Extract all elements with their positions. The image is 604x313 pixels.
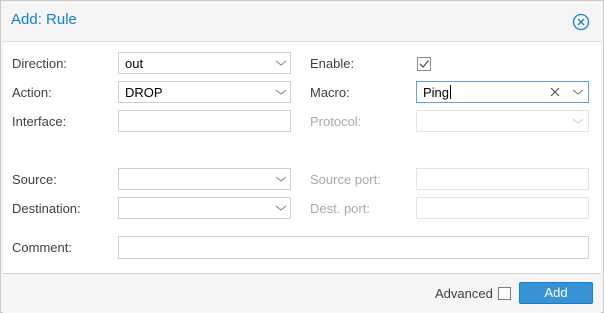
chevron-down-icon[interactable] [271,198,291,218]
chevron-down-icon[interactable] [271,169,291,189]
action-label: Action: [12,85,52,100]
interface-input[interactable] [118,110,291,132]
destination-select[interactable] [118,197,291,219]
dialog-body: Direction: out Action: DROP Interface: S… [3,41,601,273]
source-port-label: Source port: [310,172,381,187]
action-select[interactable]: DROP [118,81,291,103]
advanced-label: Advanced [435,286,493,301]
direction-label: Direction: [12,56,67,71]
add-button[interactable]: Add [519,282,593,304]
chevron-down-icon[interactable] [271,53,291,73]
comment-label: Comment: [12,240,72,255]
enable-label: Enable: [310,56,355,71]
macro-value: Ping [423,85,452,100]
enable-checkbox[interactable] [417,57,431,71]
close-icon[interactable] [572,13,590,31]
clear-icon[interactable] [545,82,565,102]
macro-label: Macro: [310,85,350,100]
protocol-label: Protocol: [310,114,362,129]
action-value: DROP [125,85,163,100]
text-cursor [450,85,452,99]
direction-select[interactable]: out [118,52,291,74]
source-label: Source: [12,172,57,187]
direction-value: out [125,56,144,71]
dialog-titlebar: Add: Rule [1,1,603,39]
checkmark-icon [417,57,431,71]
advanced-checkbox[interactable] [498,287,511,300]
dialog-title: Add: Rule [11,11,77,28]
comment-input[interactable] [118,236,589,259]
destination-label: Destination: [12,201,81,216]
dest-port-input [416,197,589,219]
dialog-footer: Advanced Add [3,273,601,313]
chevron-down-icon [572,118,584,124]
protocol-select [416,110,589,132]
chevron-down-icon[interactable] [271,82,291,102]
add-rule-dialog: Add: Rule Direction: out Action: DROP In… [0,0,604,313]
interface-label: Interface: [12,114,67,129]
macro-combobox[interactable]: Ping [416,81,589,103]
source-select[interactable] [118,168,291,190]
source-port-input [416,168,589,190]
dest-port-label: Dest. port: [310,201,370,216]
chevron-down-icon[interactable] [568,82,588,102]
